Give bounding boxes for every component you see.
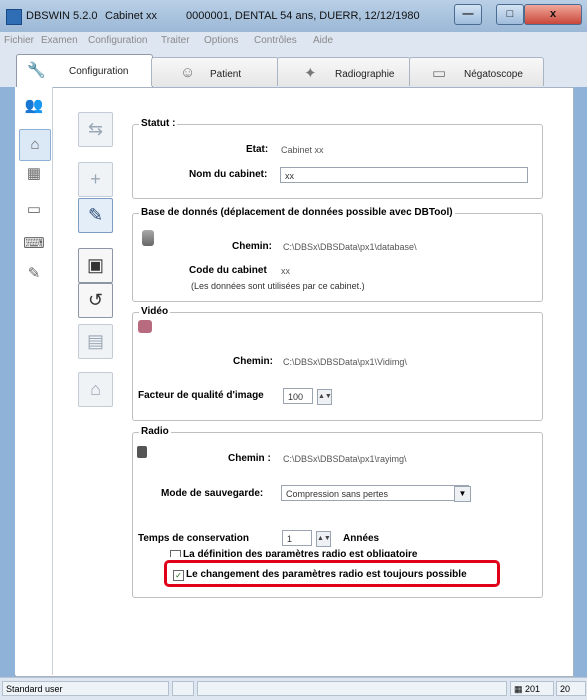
app-title: DBSWIN 5.2.0 xyxy=(26,10,98,22)
status-user: Standard user xyxy=(2,681,169,696)
keyboard-icon[interactable]: ⌨ xyxy=(23,233,45,255)
menu-traiter[interactable]: Traiter xyxy=(161,35,190,46)
nom-cabinet-label: Nom du cabinet: xyxy=(189,169,268,180)
temps-conservation-label: Temps de conservation xyxy=(138,533,249,544)
computer-icon[interactable]: ▭ xyxy=(23,199,45,221)
mode-sauvegarde-select[interactable]: Compression sans pertes xyxy=(281,485,469,501)
status-cell-3 xyxy=(197,681,507,696)
radio-sensor-icon xyxy=(137,446,147,458)
print-icon: ▤ xyxy=(86,331,104,351)
patient-icon: ☺ xyxy=(180,64,196,81)
edit-button[interactable]: ✎ xyxy=(78,198,113,233)
tab-patient[interactable]: ☺ Patient xyxy=(151,57,279,86)
cabinet-title: Cabinet xx xyxy=(105,10,157,22)
menu-bar: Fichier Examen Configuration Traiter Opt… xyxy=(0,32,587,51)
chevron-down-icon[interactable]: ▼ xyxy=(454,486,471,502)
pencil-icon: ✎ xyxy=(87,205,104,225)
tab-radiographie[interactable]: ✦ Radiographie xyxy=(277,57,411,86)
code-cabinet-value: xx xyxy=(281,266,290,276)
database-path-value: C:\DBSx\DBSData\px1\database\ xyxy=(283,242,417,252)
status-time: 20 xyxy=(556,681,586,696)
video-path-value: C:\DBSx\DBSData\px1\Vidimg\ xyxy=(283,357,407,367)
video-title: Vidéo xyxy=(139,306,171,317)
patient-title: 0000001, DENTAL 54 ans, DUERR, 12/12/198… xyxy=(186,10,420,22)
temps-conservation-input[interactable]: 1 xyxy=(282,530,312,546)
print-button[interactable]: ▤ xyxy=(78,324,113,359)
close-icon: x xyxy=(549,8,557,20)
menu-configuration[interactable]: Configuration xyxy=(88,35,147,46)
viewer-icon: ▭ xyxy=(432,65,447,82)
statut-title: Statut : xyxy=(139,118,178,129)
menu-options[interactable]: Options xyxy=(204,35,238,46)
wrench-icon: 🔧 xyxy=(27,62,46,79)
home-icon[interactable]: ⌂ xyxy=(19,129,51,161)
facteur-qualite-spinner[interactable]: ▲▼ xyxy=(317,389,332,405)
temps-unit: Années xyxy=(343,533,380,544)
transfer-button[interactable]: ⇆ xyxy=(78,112,113,147)
save-button[interactable]: ▣ xyxy=(78,248,113,283)
left-icon-bar: 👥 ⌂ ▦ ▭ ⌨ ✎ xyxy=(15,87,53,675)
menu-aide[interactable]: Aide xyxy=(313,35,333,46)
undo-icon: ↺ xyxy=(87,290,104,310)
highlight-box xyxy=(164,560,500,587)
status-right2: 20 xyxy=(560,684,571,694)
facteur-qualite-label: Facteur de qualité d'image xyxy=(138,390,264,401)
home-tool-button[interactable]: ⌂ xyxy=(78,372,113,407)
check-obligatoire-label: La définition des paramètres radio est o… xyxy=(183,549,418,557)
network-icon[interactable]: ▦ xyxy=(23,163,45,185)
users-icon[interactable]: 👥 xyxy=(23,95,45,117)
close-button[interactable]: x xyxy=(524,4,582,25)
menu-fichier[interactable]: Fichier xyxy=(4,35,34,46)
status-cell-2 xyxy=(172,681,194,696)
add-button[interactable]: + xyxy=(78,162,113,197)
statut-group: Statut : xyxy=(132,118,543,199)
tab-patient-label: Patient xyxy=(210,69,242,80)
tool-column: ⇆ + ✎ ▣ ↺ ▤ ⌂ xyxy=(75,100,115,675)
check-obligatoire[interactable] xyxy=(170,550,181,557)
video-icon xyxy=(138,320,152,333)
tab-negatoscope[interactable]: ▭ Négatoscope xyxy=(409,57,544,86)
tab-configuration[interactable]: 🔧 Configuration xyxy=(16,54,153,88)
database-path-label: Chemin: xyxy=(232,241,272,252)
tab-configuration-label: Configuration xyxy=(69,66,129,77)
app-icon xyxy=(6,9,22,25)
tab-radiographie-label: Radiographie xyxy=(335,69,395,80)
etat-label: Etat: xyxy=(246,144,269,155)
plus-icon: + xyxy=(90,169,101,189)
status-bar: Standard user ▦ 201 20 xyxy=(0,677,587,700)
home-tool-icon: ⌂ xyxy=(90,379,101,399)
maximize-icon: □ xyxy=(506,8,514,20)
title-bar: DBSWIN 5.2.0 Cabinet xx 0000001, DENTAL … xyxy=(0,0,587,32)
database-icon xyxy=(142,230,154,246)
radio-path-value: C:\DBSx\DBSData\px1\rayimg\ xyxy=(283,454,407,464)
minimize-icon: — xyxy=(462,8,474,20)
tab-bar: 🔧 Configuration ☺ Patient ✦ Radiographie… xyxy=(0,51,587,88)
save-icon: ▣ xyxy=(86,255,104,275)
menu-controles[interactable]: Contrôles xyxy=(254,35,297,46)
minimize-button[interactable]: — xyxy=(454,4,482,25)
status-right1: 201 xyxy=(525,684,541,694)
temps-conservation-spinner[interactable]: ▲▼ xyxy=(316,531,331,547)
etat-value: Cabinet xx xyxy=(281,145,324,155)
tools-icon[interactable]: ✎ xyxy=(23,263,45,285)
mode-sauvegarde-label: Mode de sauvegarde: xyxy=(161,488,264,499)
database-note: (Les données sont utilisées par ce cabin… xyxy=(191,281,365,291)
status-date: ▦ 201 xyxy=(510,681,554,696)
menu-examen[interactable]: Examen xyxy=(41,35,78,46)
tab-negatoscope-label: Négatoscope xyxy=(464,69,523,80)
undo-button[interactable]: ↺ xyxy=(78,283,113,318)
maximize-button[interactable]: □ xyxy=(496,4,524,25)
radiography-icon: ✦ xyxy=(304,65,317,82)
code-cabinet-label: Code du cabinet xyxy=(189,265,267,276)
radio-path-label: Chemin : xyxy=(228,453,271,464)
nom-cabinet-input[interactable]: xx xyxy=(280,167,528,183)
video-path-label: Chemin: xyxy=(233,356,273,367)
facteur-qualite-input[interactable]: 100 xyxy=(283,388,313,404)
calendar-icon: ▦ xyxy=(514,684,523,694)
radio-title: Radio xyxy=(139,426,171,437)
check-obligatoire-row: La définition des paramètres radio est o… xyxy=(170,549,490,557)
database-title: Base de donnés (déplacement de données p… xyxy=(139,207,455,218)
transfer-icon: ⇆ xyxy=(87,119,104,139)
